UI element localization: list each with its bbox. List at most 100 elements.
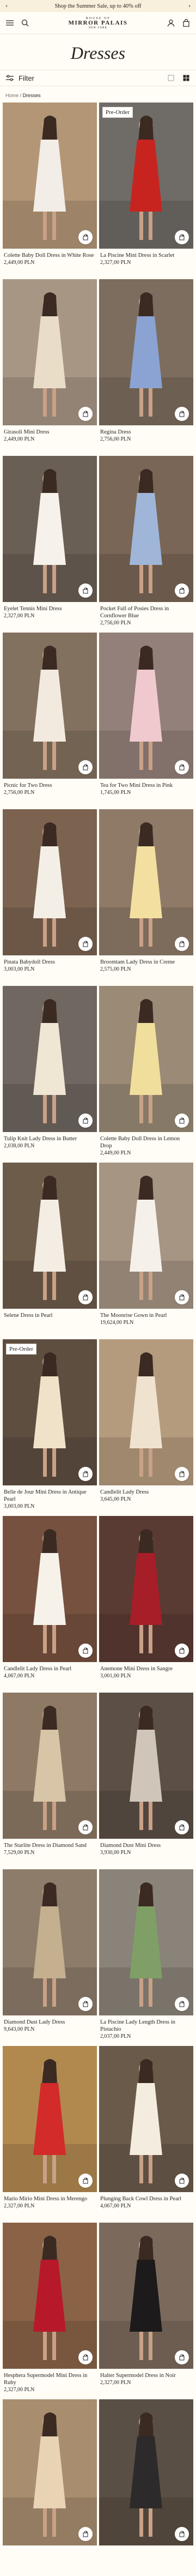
product-name[interactable]: Diamond Dust Mini Dress bbox=[100, 1842, 192, 1849]
add-to-cart-icon[interactable] bbox=[175, 2350, 189, 2364]
add-to-cart-icon[interactable] bbox=[175, 1114, 189, 1128]
chevron-left-icon[interactable]: ‹ bbox=[5, 3, 8, 9]
account-icon[interactable] bbox=[167, 19, 175, 27]
product-image[interactable] bbox=[3, 456, 97, 602]
product-image[interactable] bbox=[3, 633, 97, 779]
add-to-cart-icon[interactable] bbox=[78, 1290, 93, 1304]
product-card[interactable] bbox=[99, 2399, 193, 2576]
product-name[interactable]: Plunging Back Cowl Dress in Pearl bbox=[100, 2195, 192, 2202]
product-image[interactable] bbox=[99, 456, 193, 602]
product-name[interactable]: Candlelit Lady Dress in Pearl bbox=[4, 1665, 96, 1672]
product-card[interactable]: Colette Baby Doll Dress in Lemon Drop 2,… bbox=[99, 986, 193, 1163]
product-image[interactable] bbox=[99, 986, 193, 1132]
add-to-cart-icon[interactable] bbox=[175, 1467, 189, 1481]
product-card[interactable]: La Piscine Lady Length Dress in Pistachi… bbox=[99, 1869, 193, 2046]
add-to-cart-icon[interactable] bbox=[175, 2174, 189, 2188]
product-image[interactable] bbox=[99, 1339, 193, 1485]
product-card[interactable]: Candlelit Lady Dress 3,645,00 PLN bbox=[99, 1339, 193, 1516]
product-card[interactable]: Mario Mirio Mini Dress in Merengo 2,327,… bbox=[3, 2046, 97, 2223]
add-to-cart-icon[interactable] bbox=[78, 1997, 93, 2011]
product-name[interactable]: Belle de Jour Mini Dress in Antique Pear… bbox=[4, 1489, 96, 1503]
product-image[interactable] bbox=[3, 279, 97, 425]
product-card[interactable]: Hesphera Supermodel Mini Dress in Ruby 2… bbox=[3, 2223, 97, 2399]
product-name[interactable]: Regina Dress bbox=[100, 429, 192, 436]
promo-text[interactable]: Shop the Summer Sale, up to 40% off bbox=[54, 3, 141, 9]
product-card[interactable]: Tea for Two Mini Dress in Pink 1,745,00 … bbox=[99, 633, 193, 809]
product-name[interactable]: The Moonrise Gown in Pearl bbox=[100, 1312, 192, 1319]
product-image[interactable] bbox=[3, 986, 97, 1132]
product-image[interactable] bbox=[3, 2223, 97, 2369]
product-name[interactable]: Tea for Two Mini Dress in Pink bbox=[100, 782, 192, 789]
product-image[interactable] bbox=[99, 1869, 193, 2015]
product-name[interactable]: Mario Mirio Mini Dress in Merengo bbox=[4, 2195, 96, 2202]
product-card[interactable]: Broomtam Lady Dress in Creme 2,575,00 PL… bbox=[99, 809, 193, 986]
product-image[interactable] bbox=[3, 2399, 97, 2545]
product-name[interactable]: Eyelet Tennis Mini Dress bbox=[4, 605, 96, 612]
add-to-cart-icon[interactable] bbox=[78, 2527, 93, 2541]
product-name[interactable]: Colette Baby Doll Dress in White Rose bbox=[4, 252, 96, 259]
brand-logo[interactable]: HOUSE OF MIRROR PALAIS NEW YORK bbox=[69, 17, 128, 29]
product-image[interactable] bbox=[99, 1163, 193, 1309]
add-to-cart-icon[interactable] bbox=[175, 1644, 189, 1658]
add-to-cart-icon[interactable] bbox=[175, 1820, 189, 1834]
product-card[interactable]: The Moonrise Gown in Pearl 19,624,00 PLN bbox=[99, 1163, 193, 1339]
add-to-cart-icon[interactable] bbox=[78, 937, 93, 951]
product-name[interactable]: Broomtam Lady Dress in Creme bbox=[100, 959, 192, 966]
product-card[interactable]: Tulip Knit Lady Dress in Butter 2,038,00… bbox=[3, 986, 97, 1163]
product-card[interactable]: Regina Dress 2,756,00 PLN bbox=[99, 279, 193, 456]
chevron-right-icon[interactable]: › bbox=[188, 3, 191, 9]
product-name[interactable]: Selene Dress in Pearl bbox=[4, 1312, 96, 1319]
product-image[interactable] bbox=[99, 279, 193, 425]
product-image[interactable] bbox=[99, 809, 193, 955]
product-name[interactable]: La Piscine Mini Dress in Scarlet bbox=[100, 252, 192, 259]
product-card[interactable]: Diamond Dust Mini Dress 3,930,00 PLN bbox=[99, 1693, 193, 1869]
breadcrumb-home[interactable]: Home bbox=[5, 93, 19, 98]
product-card[interactable]: Pinata Babydoll Dress 3,003,00 PLN bbox=[3, 809, 97, 986]
product-card[interactable]: Diamond Dust Lady Dress 9,643,00 PLN bbox=[3, 1869, 97, 2046]
product-card[interactable]: Colette Baby Doll Dress in White Rose 2,… bbox=[3, 103, 97, 279]
product-name[interactable]: Picnic for Two Dress bbox=[4, 782, 96, 789]
product-image[interactable] bbox=[99, 2046, 193, 2192]
product-card[interactable]: The Starlite Dress in Diamond Sand 7,529… bbox=[3, 1693, 97, 1869]
product-name[interactable]: Pinata Babydoll Dress bbox=[4, 959, 96, 966]
product-name[interactable]: Pocket Full of Posies Dress in Cornflowe… bbox=[100, 605, 192, 619]
product-name[interactable]: Halter Supermodel Dress in Noir bbox=[100, 2372, 192, 2379]
product-card[interactable]: Pre-Order Belle de Jour Mini Dress in An… bbox=[3, 1339, 97, 1516]
product-card[interactable]: Halter Supermodel Dress in Noir 2,327,00… bbox=[99, 2223, 193, 2399]
add-to-cart-icon[interactable] bbox=[78, 1644, 93, 1658]
product-image[interactable] bbox=[3, 1163, 97, 1309]
product-name[interactable]: Girasoli Mini Dress bbox=[4, 429, 96, 436]
product-card[interactable]: Girasoli Mini Dress 2,449,00 PLN bbox=[3, 279, 97, 456]
product-image[interactable]: Pre-Order bbox=[99, 103, 193, 249]
grid-icon[interactable] bbox=[182, 74, 191, 82]
product-name[interactable]: La Piscine Lady Length Dress in Pistachi… bbox=[100, 2019, 192, 2033]
add-to-cart-icon[interactable] bbox=[175, 407, 189, 421]
product-image[interactable] bbox=[3, 103, 97, 249]
add-to-cart-icon[interactable] bbox=[78, 1467, 93, 1481]
product-image[interactable] bbox=[99, 1693, 193, 1839]
single-column-icon[interactable] bbox=[167, 74, 175, 82]
product-name[interactable]: The Starlite Dress in Diamond Sand bbox=[4, 1842, 96, 1849]
product-image[interactable]: Pre-Order bbox=[3, 1339, 97, 1485]
add-to-cart-icon[interactable] bbox=[175, 583, 189, 598]
add-to-cart-icon[interactable] bbox=[78, 583, 93, 598]
add-to-cart-icon[interactable] bbox=[175, 760, 189, 774]
product-image[interactable] bbox=[99, 633, 193, 779]
add-to-cart-icon[interactable] bbox=[175, 1290, 189, 1304]
product-image[interactable] bbox=[99, 2399, 193, 2545]
search-icon[interactable] bbox=[21, 19, 29, 27]
add-to-cart-icon[interactable] bbox=[78, 1114, 93, 1128]
bag-icon[interactable] bbox=[182, 19, 191, 27]
product-name[interactable]: Colette Baby Doll Dress in Lemon Drop bbox=[100, 1135, 192, 1149]
filter-button[interactable]: Filter bbox=[5, 74, 34, 82]
product-image[interactable] bbox=[3, 2046, 97, 2192]
product-image[interactable] bbox=[99, 2223, 193, 2369]
product-image[interactable] bbox=[99, 1516, 193, 1662]
product-name[interactable]: Diamond Dust Lady Dress bbox=[4, 2019, 96, 2026]
product-card[interactable]: Candlelit Lady Dress in Pearl 4,067,00 P… bbox=[3, 1516, 97, 1693]
add-to-cart-icon[interactable] bbox=[175, 2527, 189, 2541]
add-to-cart-icon[interactable] bbox=[78, 1820, 93, 1834]
product-name[interactable]: Tulip Knit Lady Dress in Butter bbox=[4, 1135, 96, 1142]
add-to-cart-icon[interactable] bbox=[175, 937, 189, 951]
add-to-cart-icon[interactable] bbox=[78, 2174, 93, 2188]
